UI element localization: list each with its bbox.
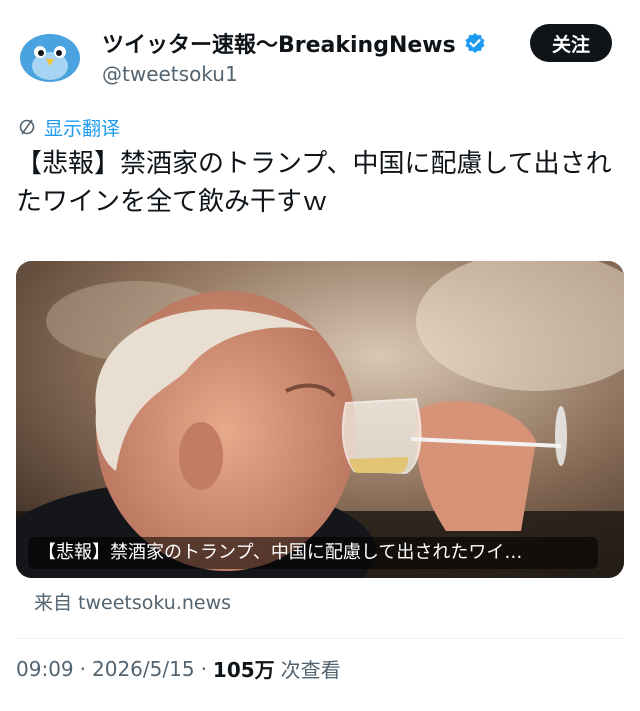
bird-avatar-icon [16, 26, 84, 84]
media-card[interactable]: 【悲報】禁酒家のトランプ、中国に配慮して出されたワイ… [16, 261, 624, 578]
link-source[interactable]: 来自 tweetsoku.news [34, 588, 231, 615]
post-time[interactable]: 09:09 [16, 657, 74, 681]
translate-label: 显示翻译 [44, 117, 121, 140]
meta-separator: · [79, 656, 86, 681]
divider [16, 638, 624, 639]
follow-button[interactable]: 关注 [530, 24, 612, 62]
display-name[interactable]: ツイッター速報〜BreakingNews [102, 27, 456, 59]
translate-icon [18, 118, 36, 136]
views-label: 次查看 [280, 658, 341, 682]
tweet-text: 【悲報】禁酒家のトランプ、中国に配慮して出されたワインを全て飲み干すｗ [16, 149, 612, 217]
meta-separator: · [200, 656, 207, 681]
photo-image [16, 261, 624, 578]
post-header: ツイッター速報〜BreakingNews @tweetsoku1 关注 [0, 0, 640, 100]
name-row: ツイッター速報〜BreakingNews [102, 28, 486, 58]
avatar[interactable] [16, 26, 84, 84]
post-meta: 09:09 · 2026/5/15 · 105万 次查看 [16, 654, 341, 683]
post-date[interactable]: 2026/5/15 [92, 657, 195, 681]
verified-badge-icon [464, 32, 486, 54]
views-count[interactable]: 105万 [213, 654, 275, 683]
account-handle[interactable]: @tweetsoku1 [102, 62, 238, 86]
media-caption: 【悲報】禁酒家のトランプ、中国に配慮して出されたワイ… [28, 537, 598, 569]
show-translation-link[interactable]: 显示翻译 [18, 114, 120, 140]
